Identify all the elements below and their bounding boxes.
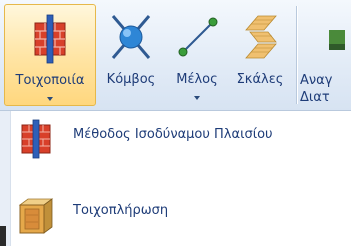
menu-item-equivalent-frame[interactable]: Μέθοδος Ισοδύναμου Πλαισίου [12,115,347,159]
menu-item-infill[interactable]: Τοιχοπλήρωση [12,191,347,235]
chevron-down-icon [194,96,200,100]
brick-wall-icon [34,14,66,64]
stairs-icon [245,15,277,59]
equivalent-frame-icon [21,119,51,159]
masonry-label: Τοιχοποιία [15,73,85,88]
menu-item-label: Μέθοδος Ισοδύναμου Πλαισίου [73,127,273,142]
node-icon [111,15,151,59]
member-label: Μέλος [176,72,218,87]
ribbon-separator [296,6,297,104]
node-button[interactable]: Κόμβος [98,4,164,106]
member-button[interactable]: Μέλος [166,4,228,106]
partial-label-line2: Διατ [300,90,330,105]
stairs-button[interactable]: Σκάλες [230,4,290,106]
partial-ribbon-button[interactable]: Αναγ Διατ [300,4,351,106]
ribbon-group: Τοιχοποιία Κόμβος Μέλος Σκάλες Αναγ Διατ [0,0,351,111]
menu-item-label: Τοιχοπλήρωση [73,203,169,218]
chevron-down-icon [47,97,53,101]
member-line-icon [178,17,218,57]
node-label: Κόμβος [106,72,156,87]
partial-label-line1: Αναγ [300,73,333,88]
stairs-label: Σκάλες [236,72,284,87]
masonry-dropdown-menu: Μέθοδος Ισοδύναμου Πλαισίου Τοιχοπλήρωση [0,111,351,246]
infill-wall-icon [18,198,54,234]
partial-icon [329,30,345,50]
masonry-button[interactable]: Τοιχοποιία [4,4,96,106]
background-edge [0,226,6,246]
